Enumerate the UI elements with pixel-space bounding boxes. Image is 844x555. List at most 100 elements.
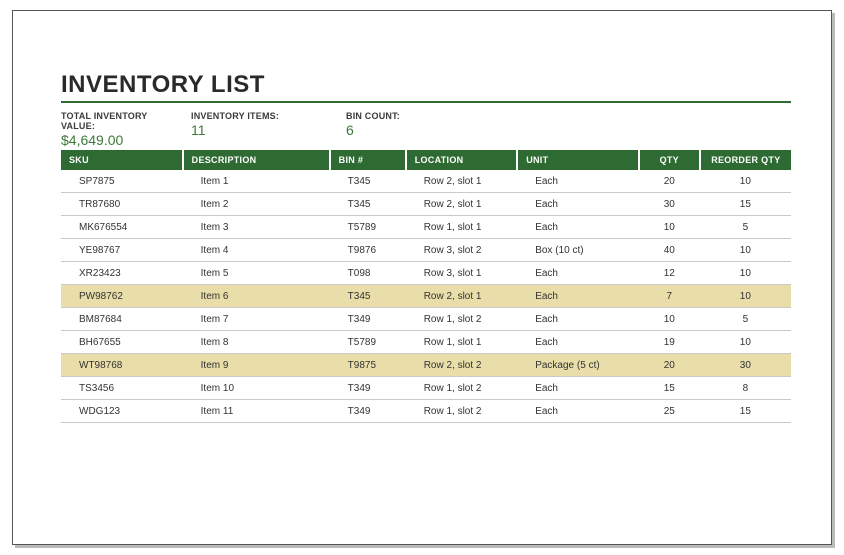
col-sku: SKU [61,150,183,170]
cell-bin: T5789 [330,331,406,354]
cell-unit: Package (5 ct) [517,354,639,377]
cell-description: Item 4 [183,239,330,262]
summary-bar: TOTAL INVENTORY VALUE: $4,649.00 INVENTO… [61,111,791,148]
summary-total-value: TOTAL INVENTORY VALUE: $4,649.00 [61,111,181,148]
inventory-table: SKU DESCRIPTION BIN # LOCATION UNIT QTY … [61,150,791,423]
inventory-document: INVENTORY LIST TOTAL INVENTORY VALUE: $4… [12,10,832,545]
cell-qty: 10 [639,308,700,331]
summary-bins-label: BIN COUNT: [346,111,446,121]
cell-reorder-qty: 10 [700,170,791,193]
summary-bin-count: BIN COUNT: 6 [346,111,446,148]
cell-description: Item 3 [183,216,330,239]
cell-description: Item 5 [183,262,330,285]
cell-description: Item 6 [183,285,330,308]
table-row: BM87684Item 7T349Row 1, slot 2Each105 [61,308,791,331]
cell-bin: T9876 [330,239,406,262]
col-location: LOCATION [406,150,518,170]
cell-unit: Each [517,193,639,216]
summary-bins-amount: 6 [346,122,446,138]
cell-description: Item 8 [183,331,330,354]
cell-reorder-qty: 10 [700,262,791,285]
table-row: PW98762Item 6T345Row 2, slot 1Each710 [61,285,791,308]
summary-item-count: INVENTORY ITEMS: 11 [191,111,336,148]
cell-reorder-qty: 10 [700,285,791,308]
cell-sku: XR23423 [61,262,183,285]
cell-unit: Each [517,377,639,400]
cell-location: Row 2, slot 1 [406,193,518,216]
table-row: MK676554Item 3T5789Row 1, slot 1Each105 [61,216,791,239]
col-qty: QTY [639,150,700,170]
cell-location: Row 1, slot 2 [406,377,518,400]
cell-unit: Box (10 ct) [517,239,639,262]
cell-bin: T345 [330,170,406,193]
cell-sku: PW98762 [61,285,183,308]
cell-unit: Each [517,400,639,423]
cell-reorder-qty: 15 [700,400,791,423]
cell-qty: 15 [639,377,700,400]
cell-sku: YE98767 [61,239,183,262]
col-unit: UNIT [517,150,639,170]
cell-location: Row 2, slot 1 [406,285,518,308]
cell-description: Item 9 [183,354,330,377]
cell-sku: SP7875 [61,170,183,193]
cell-description: Item 2 [183,193,330,216]
cell-unit: Each [517,170,639,193]
cell-description: Item 7 [183,308,330,331]
cell-location: Row 1, slot 2 [406,400,518,423]
cell-bin: T345 [330,193,406,216]
cell-sku: MK676554 [61,216,183,239]
table-row: YE98767Item 4T9876Row 3, slot 2Box (10 c… [61,239,791,262]
table-row: BH67655Item 8T5789Row 1, slot 1Each1910 [61,331,791,354]
cell-unit: Each [517,216,639,239]
cell-bin: T349 [330,377,406,400]
cell-bin: T349 [330,308,406,331]
cell-location: Row 1, slot 2 [406,308,518,331]
cell-reorder-qty: 10 [700,331,791,354]
cell-reorder-qty: 30 [700,354,791,377]
cell-sku: TR87680 [61,193,183,216]
cell-sku: WDG123 [61,400,183,423]
cell-qty: 19 [639,331,700,354]
cell-qty: 12 [639,262,700,285]
cell-sku: WT98768 [61,354,183,377]
cell-location: Row 2, slot 2 [406,354,518,377]
cell-reorder-qty: 5 [700,216,791,239]
page-title: INVENTORY LIST [61,71,791,103]
table-row: WT98768Item 9T9875Row 2, slot 2Package (… [61,354,791,377]
cell-description: Item 1 [183,170,330,193]
cell-location: Row 3, slot 2 [406,239,518,262]
summary-total-amount: $4,649.00 [61,132,181,148]
cell-unit: Each [517,285,639,308]
cell-reorder-qty: 5 [700,308,791,331]
cell-location: Row 1, slot 1 [406,331,518,354]
cell-bin: T345 [330,285,406,308]
cell-qty: 25 [639,400,700,423]
cell-qty: 20 [639,354,700,377]
table-header: SKU DESCRIPTION BIN # LOCATION UNIT QTY … [61,150,791,170]
table-row: WDG123Item 11T349Row 1, slot 2Each2515 [61,400,791,423]
table-body: SP7875Item 1T345Row 2, slot 1Each2010TR8… [61,170,791,423]
cell-qty: 30 [639,193,700,216]
table-row: XR23423Item 5T098Row 3, slot 1Each1210 [61,262,791,285]
table-row: TR87680Item 2T345Row 2, slot 1Each3015 [61,193,791,216]
cell-unit: Each [517,308,639,331]
cell-qty: 20 [639,170,700,193]
cell-sku: BM87684 [61,308,183,331]
cell-description: Item 11 [183,400,330,423]
col-bin: BIN # [330,150,406,170]
cell-bin: T349 [330,400,406,423]
cell-qty: 7 [639,285,700,308]
cell-sku: BH67655 [61,331,183,354]
cell-bin: T5789 [330,216,406,239]
cell-bin: T098 [330,262,406,285]
col-reorder-qty: REORDER QTY [700,150,791,170]
cell-qty: 40 [639,239,700,262]
summary-items-amount: 11 [191,122,336,138]
table-row: TS3456Item 10T349Row 1, slot 2Each158 [61,377,791,400]
cell-description: Item 10 [183,377,330,400]
cell-unit: Each [517,331,639,354]
cell-location: Row 1, slot 1 [406,216,518,239]
cell-sku: TS3456 [61,377,183,400]
summary-total-label: TOTAL INVENTORY VALUE: [61,111,181,131]
cell-bin: T9875 [330,354,406,377]
